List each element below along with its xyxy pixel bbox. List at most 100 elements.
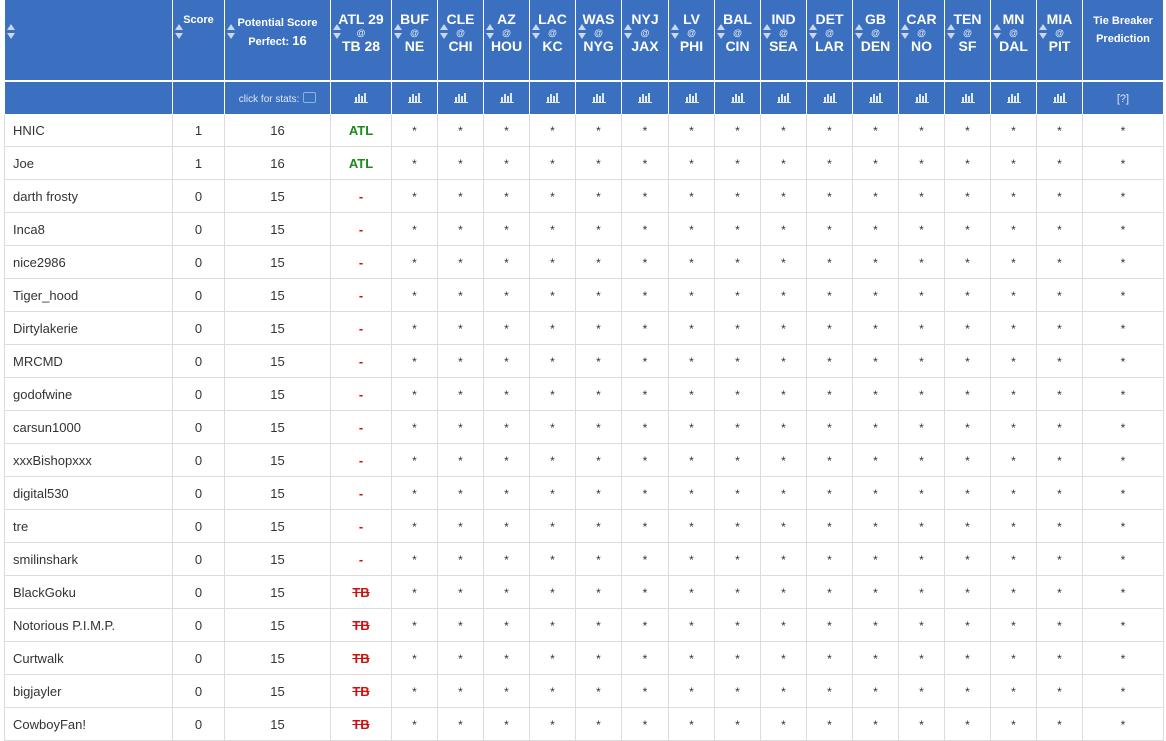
sort-arrows-icon[interactable] bbox=[993, 24, 1001, 40]
pending-pick-cell: * bbox=[1036, 377, 1083, 411]
game-column-header[interactable]: IND @ SEA bbox=[760, 0, 807, 81]
game-stats-cell[interactable] bbox=[806, 80, 853, 114]
game-column-header[interactable]: MIA @ PIT bbox=[1036, 0, 1083, 81]
pending-pick-cell: * bbox=[437, 179, 484, 213]
pending-mark: * bbox=[781, 288, 786, 303]
pending-mark: * bbox=[919, 354, 924, 369]
sort-arrows-icon[interactable] bbox=[532, 24, 540, 40]
sort-arrows-icon[interactable] bbox=[901, 24, 909, 40]
pending-pick-cell: * bbox=[944, 245, 991, 279]
game-stats-cell[interactable] bbox=[668, 80, 715, 114]
bar-chart-icon[interactable] bbox=[453, 92, 468, 104]
sort-name-column[interactable] bbox=[4, 0, 173, 81]
sort-arrows-icon[interactable] bbox=[394, 24, 402, 40]
bar-chart-icon[interactable] bbox=[868, 92, 883, 104]
sort-arrows-icon[interactable] bbox=[855, 24, 863, 40]
pending-pick-cell: * bbox=[529, 641, 576, 675]
bar-chart-icon[interactable] bbox=[730, 92, 745, 104]
bar-chart-icon[interactable] bbox=[1052, 92, 1067, 104]
pending-mark: * bbox=[965, 288, 970, 303]
sort-score-column[interactable]: Score bbox=[172, 0, 225, 81]
bar-chart-icon[interactable] bbox=[822, 92, 837, 104]
pending-pick-cell: * bbox=[990, 146, 1037, 180]
table-header: Score Potential Score Perfect: 16 ATL 29 @… bbox=[4, 0, 1164, 114]
pending-pick-cell: * bbox=[437, 212, 484, 246]
game-column-header[interactable]: MN @ DAL bbox=[990, 0, 1037, 81]
first-game-pick-cell: - bbox=[330, 542, 392, 576]
game-stats-cell[interactable] bbox=[760, 80, 807, 114]
game-column-header[interactable]: NYJ @ JAX bbox=[621, 0, 669, 81]
game-column-header[interactable]: LAC @ KC bbox=[529, 0, 576, 81]
pending-pick-cell: * bbox=[529, 443, 576, 477]
game-stats-cell[interactable] bbox=[483, 80, 530, 114]
game-column-header[interactable]: ATL 29 @ TB 28 bbox=[330, 0, 392, 81]
game-stats-cell[interactable] bbox=[990, 80, 1037, 114]
pending-pick-cell: * bbox=[575, 542, 622, 576]
game-column-header[interactable]: LV @ PHI bbox=[668, 0, 715, 81]
sort-arrows-icon[interactable] bbox=[333, 24, 341, 40]
game-stats-cell[interactable] bbox=[330, 80, 392, 114]
pending-pick-cell: * bbox=[483, 377, 530, 411]
game-stats-cell[interactable] bbox=[437, 80, 484, 114]
game-stats-cell[interactable] bbox=[621, 80, 669, 114]
sort-arrows-icon[interactable] bbox=[175, 24, 183, 40]
pending-pick-cell: * bbox=[760, 542, 807, 576]
pending-mark: * bbox=[550, 684, 555, 699]
help-link[interactable]: [?] bbox=[1117, 93, 1129, 105]
game-column-header[interactable]: AZ @ HOU bbox=[483, 0, 530, 81]
sort-arrows-icon[interactable] bbox=[486, 24, 494, 40]
pending-pick-cell: * bbox=[990, 377, 1037, 411]
game-stats-cell[interactable] bbox=[852, 80, 899, 114]
game-column-header[interactable]: DET @ LAR bbox=[806, 0, 853, 81]
game-stats-cell[interactable] bbox=[1036, 80, 1083, 114]
game-stats-cell[interactable] bbox=[391, 80, 438, 114]
pending-mark: * bbox=[1120, 255, 1126, 270]
pending-mark: * bbox=[596, 387, 601, 402]
game-column-header[interactable]: GB @ DEN bbox=[852, 0, 899, 81]
game-stats-cell[interactable] bbox=[944, 80, 991, 114]
player-potential: 15 bbox=[224, 674, 331, 708]
game-column-header[interactable]: CAR @ NO bbox=[898, 0, 945, 81]
game-column-header[interactable]: WAS @ NYG bbox=[575, 0, 622, 81]
sort-arrows-icon[interactable] bbox=[227, 24, 235, 40]
player-score: 0 bbox=[172, 509, 225, 543]
game-column-header[interactable]: BUF @ NE bbox=[391, 0, 438, 81]
sort-arrows-icon[interactable] bbox=[671, 24, 679, 40]
bar-chart-icon[interactable] bbox=[684, 92, 699, 104]
bar-chart-icon[interactable] bbox=[776, 92, 791, 104]
sort-arrows-icon[interactable] bbox=[947, 24, 955, 40]
pending-pick-cell: * bbox=[806, 509, 853, 543]
pending-pick-cell: * bbox=[944, 674, 991, 708]
pending-pick-cell: * bbox=[575, 179, 622, 213]
sort-potential-column[interactable]: Potential Score Perfect: 16 bbox=[224, 0, 331, 81]
game-column-header[interactable]: CLE @ CHI bbox=[437, 0, 484, 81]
game-column-header[interactable]: BAL @ CIN bbox=[714, 0, 761, 81]
game-stats-cell[interactable] bbox=[529, 80, 576, 114]
bar-chart-icon[interactable] bbox=[545, 92, 560, 104]
bar-chart-icon[interactable] bbox=[354, 92, 368, 104]
tie-breaker-help-cell[interactable]: [?] bbox=[1082, 80, 1164, 114]
sort-arrows-icon[interactable] bbox=[717, 24, 725, 40]
bar-chart-icon[interactable] bbox=[1006, 92, 1021, 104]
sort-arrows-icon[interactable] bbox=[763, 24, 771, 40]
bar-chart-icon[interactable] bbox=[914, 92, 929, 104]
sort-arrows-icon[interactable] bbox=[6, 24, 15, 40]
bar-chart-icon[interactable] bbox=[407, 92, 422, 104]
player-name: smilinshark bbox=[4, 542, 173, 576]
pending-pick-cell: * bbox=[806, 212, 853, 246]
pending-pick-cell: * bbox=[806, 641, 853, 675]
bar-chart-icon[interactable] bbox=[591, 92, 606, 104]
sort-arrows-icon[interactable] bbox=[578, 24, 586, 40]
bar-chart-icon[interactable] bbox=[960, 92, 975, 104]
game-stats-cell[interactable] bbox=[898, 80, 945, 114]
bar-chart-icon[interactable] bbox=[499, 92, 514, 104]
sort-arrows-icon[interactable] bbox=[440, 24, 448, 40]
tie-breaker-header[interactable]: Tie Breaker Prediction bbox=[1082, 0, 1164, 81]
sort-arrows-icon[interactable] bbox=[1039, 24, 1047, 40]
sort-arrows-icon[interactable] bbox=[809, 24, 817, 40]
bar-chart-icon[interactable] bbox=[638, 92, 652, 104]
sort-arrows-icon[interactable] bbox=[624, 24, 632, 40]
game-stats-cell[interactable] bbox=[714, 80, 761, 114]
game-column-header[interactable]: TEN @ SF bbox=[944, 0, 991, 81]
game-stats-cell[interactable] bbox=[575, 80, 622, 114]
